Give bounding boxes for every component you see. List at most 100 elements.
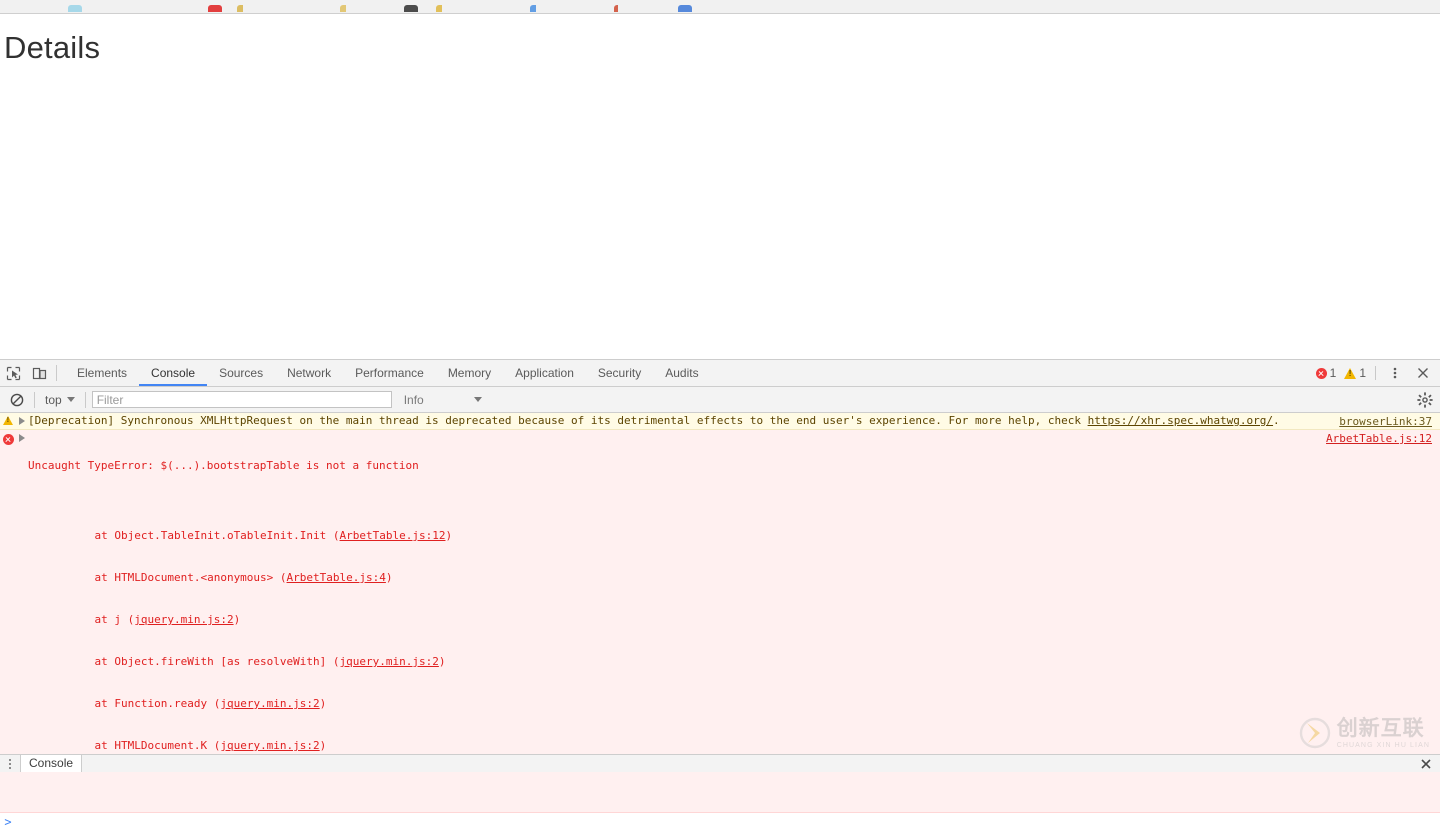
- execution-context-select[interactable]: top: [39, 393, 81, 407]
- console-prompt-input[interactable]: [16, 815, 1440, 829]
- stack-frame-prefix: at HTMLDocument.K (: [68, 739, 221, 752]
- stack-frame: at Object.TableInit.oTableInit.Init (Arb…: [28, 529, 1290, 543]
- console-filter-bar: top Info: [0, 387, 1440, 413]
- console-message-warning[interactable]: [Deprecation] Synchronous XMLHttpRequest…: [0, 413, 1440, 430]
- close-icon-svg: [1418, 368, 1428, 378]
- stack-frame-link[interactable]: jquery.min.js:2: [340, 655, 439, 668]
- log-level-value: Info: [403, 392, 424, 407]
- kebab-menu-icon[interactable]: [1382, 361, 1408, 385]
- warning-counter[interactable]: 1: [1341, 366, 1369, 380]
- device-toolbar-icon-svg: [32, 367, 46, 379]
- prompt-chevron-icon: >: [4, 815, 12, 829]
- chevron-down-icon: [473, 397, 482, 402]
- stack-frame-prefix: at Function.ready (: [68, 697, 221, 710]
- stack-frame-link[interactable]: jquery.min.js:2: [220, 697, 319, 710]
- stack-frame-suffix: ): [438, 655, 446, 668]
- drawer-bar: Console: [0, 754, 1440, 772]
- favicon-fragment: [340, 5, 346, 12]
- drawer-tab-console[interactable]: Console: [20, 755, 83, 772]
- browser-bookmark-strip: [0, 0, 1440, 14]
- stack-frame-suffix: ): [319, 697, 327, 710]
- warning-icon: [0, 414, 16, 425]
- stack-frame-suffix: ): [233, 613, 241, 626]
- expand-arrow-icon[interactable]: [16, 431, 28, 442]
- warning-text-tail: .: [1273, 414, 1280, 427]
- kebab-menu-icon-svg: [1393, 367, 1397, 379]
- stack-frame-link[interactable]: jquery.min.js:2: [220, 739, 319, 752]
- error-count: 1: [1329, 366, 1337, 380]
- gear-icon[interactable]: [1416, 391, 1434, 409]
- stack-frame: at Function.ready (jquery.min.js:2): [28, 697, 1290, 711]
- tab-audits[interactable]: Audits: [653, 360, 710, 386]
- filter-input[interactable]: [91, 391, 392, 408]
- stack-frame-link[interactable]: jquery.min.js:2: [134, 613, 233, 626]
- favicon-fragment: [208, 5, 222, 12]
- stack-frame: at HTMLDocument.K (jquery.min.js:2): [28, 739, 1290, 753]
- inspect-element-icon-svg: [6, 366, 20, 380]
- error-icon: [1315, 367, 1327, 379]
- message-source-link[interactable]: ArbetTable.js:12: [1326, 432, 1432, 446]
- expand-arrow-icon[interactable]: [16, 414, 28, 425]
- devtools-tabbar: Elements Console Sources Network Perform…: [0, 360, 1440, 387]
- stack-frame: at j (jquery.min.js:2): [28, 613, 1290, 627]
- error-stack-trace: at Object.TableInit.oTableInit.Init (Arb…: [28, 501, 1290, 783]
- favicon-fragment: [614, 5, 618, 12]
- favicon-fragment: [436, 5, 442, 12]
- error-icon: [0, 431, 16, 445]
- close-icon-svg: [1421, 758, 1431, 769]
- inspect-element-icon[interactable]: [0, 361, 26, 385]
- tab-memory[interactable]: Memory: [436, 360, 503, 386]
- console-message-text: [Deprecation] Synchronous XMLHttpRequest…: [28, 414, 1440, 428]
- stack-frame-prefix: at Object.fireWith [as resolveWith] (: [68, 655, 340, 668]
- tab-security[interactable]: Security: [586, 360, 653, 386]
- tab-performance[interactable]: Performance: [343, 360, 436, 386]
- tab-elements[interactable]: Elements: [65, 360, 139, 386]
- filterbar-divider-1: [34, 391, 35, 408]
- actions-divider: [1375, 366, 1376, 380]
- execution-context-value: top: [45, 392, 62, 407]
- warning-triangle: [3, 416, 13, 425]
- clear-console-icon[interactable]: [4, 388, 30, 412]
- favicon-fragment: [237, 5, 243, 12]
- error-text: Uncaught TypeError: $(...).bootstrapTabl…: [28, 459, 419, 472]
- error-circle: [2, 434, 14, 445]
- message-source-link[interactable]: browserLink:37: [1339, 415, 1432, 429]
- tab-sources[interactable]: Sources: [207, 360, 275, 386]
- close-icon[interactable]: [1419, 757, 1433, 771]
- stack-frame-link[interactable]: ArbetTable.js:12: [340, 529, 446, 542]
- devtools-panel: Elements Console Sources Network Perform…: [0, 359, 1440, 833]
- chevron-down-icon: [66, 397, 75, 402]
- stack-frame-link[interactable]: ArbetTable.js:4: [287, 571, 386, 584]
- clear-console-icon-svg: [10, 393, 24, 406]
- favicon-fragment: [530, 5, 536, 12]
- error-counter[interactable]: 1: [1313, 366, 1340, 380]
- device-toolbar-icon[interactable]: [26, 361, 52, 385]
- gear-icon-svg: [1417, 392, 1433, 408]
- stack-frame-prefix: at Object.TableInit.oTableInit.Init (: [68, 529, 340, 542]
- console-prompt-row[interactable]: >: [0, 813, 1440, 833]
- warning-text: [Deprecation] Synchronous XMLHttpRequest…: [28, 414, 1088, 427]
- stack-frame: at Object.fireWith [as resolveWith] (jqu…: [28, 655, 1290, 669]
- stack-frame-prefix: at HTMLDocument.<anonymous> (: [68, 571, 287, 584]
- spec-link[interactable]: https://xhr.spec.whatwg.org/: [1088, 414, 1273, 427]
- devtools-tab-list: Elements Console Sources Network Perform…: [65, 360, 711, 386]
- warning-count: 1: [1359, 366, 1366, 380]
- stack-frame-suffix: ): [445, 529, 453, 542]
- tab-application[interactable]: Application: [503, 360, 586, 386]
- log-level-select[interactable]: Info: [404, 393, 482, 407]
- stack-frame-prefix: at j (: [68, 613, 135, 626]
- favicon-fragment: [68, 5, 82, 12]
- close-icon[interactable]: [1410, 361, 1436, 385]
- favicon-fragment: [404, 5, 418, 12]
- stack-frame-suffix: ): [319, 739, 327, 752]
- tab-console[interactable]: Console: [139, 360, 208, 386]
- page-title: Details: [4, 30, 101, 65]
- stack-frame: at HTMLDocument.<anonymous> (ArbetTable.…: [28, 571, 1290, 585]
- toolbar-divider: [56, 365, 57, 381]
- warning-icon: [1344, 367, 1357, 379]
- tab-network[interactable]: Network: [275, 360, 343, 386]
- kebab-menu-icon[interactable]: [0, 755, 20, 773]
- stack-frame-suffix: ): [385, 571, 393, 584]
- page-content: Details: [0, 14, 1440, 359]
- favicon-fragment: [678, 5, 692, 12]
